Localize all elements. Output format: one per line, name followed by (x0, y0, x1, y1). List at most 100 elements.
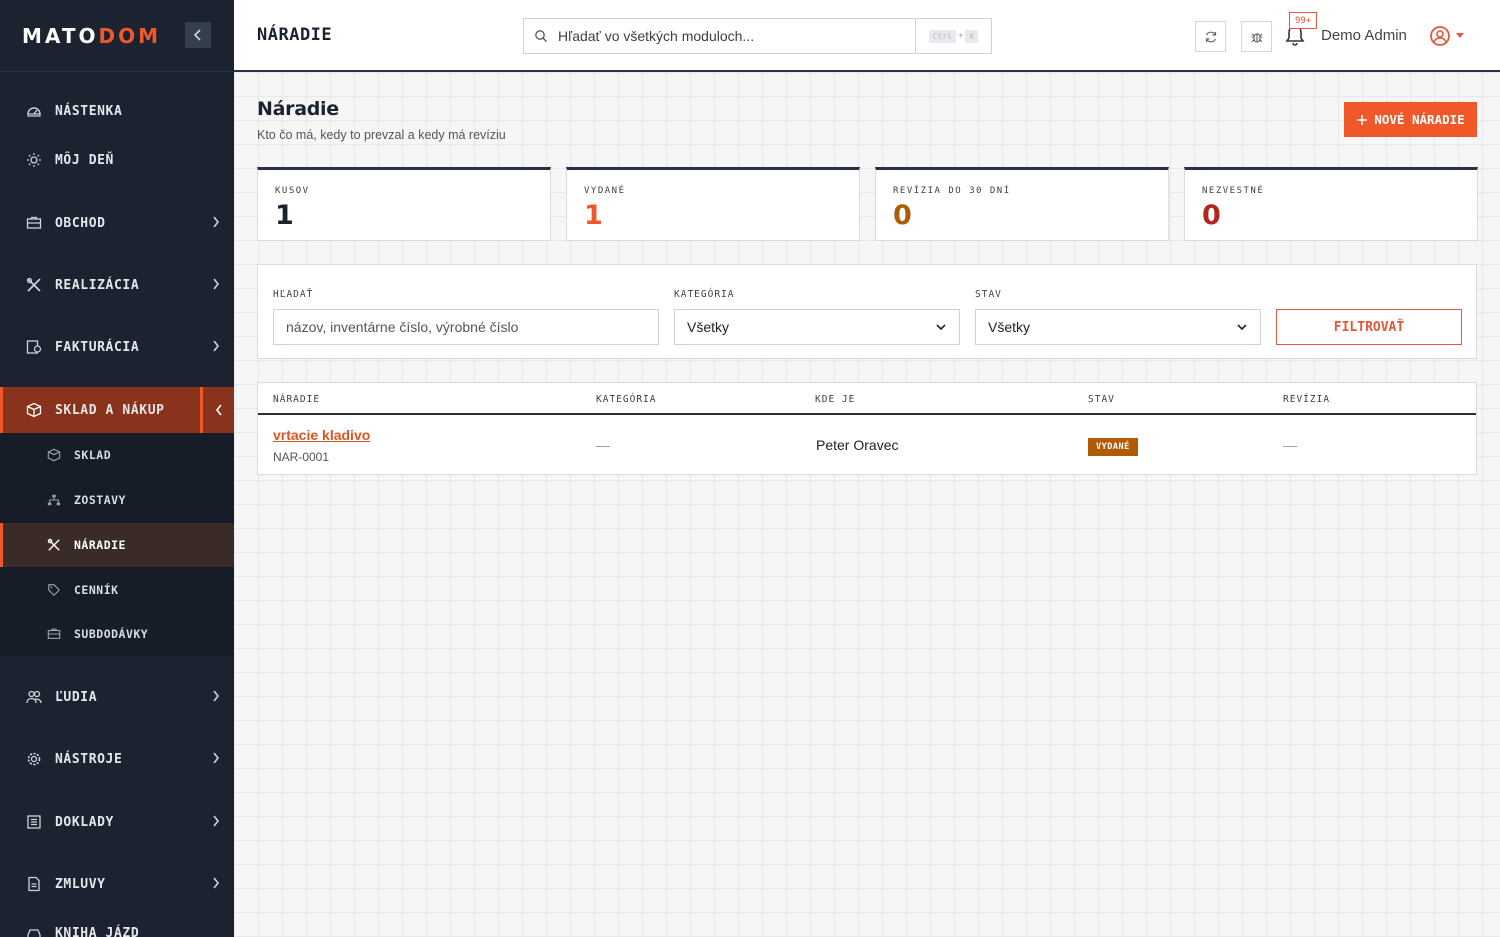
main-content: Náradie Kto čo má, kedy to prevzal a ked… (234, 72, 1500, 937)
sidebar-item-label: DOKLADY (55, 814, 114, 830)
page-subtitle: Kto čo má, kedy to prevzal a kedy má rev… (257, 128, 506, 142)
tool-category: — (596, 437, 610, 453)
dashboard-icon (25, 102, 43, 120)
tools-table: NÁRADIE KATEGÓRIA KDE JE STAV REVÍZIA vr… (257, 382, 1477, 475)
users-icon (25, 688, 43, 706)
logo[interactable]: MATODOM (22, 24, 161, 48)
chevron-left-icon (193, 29, 201, 41)
submenu-item-label: CENNÍK (74, 583, 119, 597)
sidebar-item-nastenka[interactable]: NÁSTENKA (0, 88, 234, 134)
new-tool-button[interactable]: NOVÉ NÁRADIE (1344, 102, 1477, 137)
submenu-item-zostavy[interactable]: ZOSTAVY (0, 478, 234, 522)
chevron-right-icon (213, 278, 220, 290)
submenu-item-label: ZOSTAVY (74, 493, 126, 507)
chevron-left-icon[interactable] (200, 387, 234, 433)
sidebar-item-label: FAKTURÁCIA (55, 339, 140, 355)
kbd-ctrl: Ctrl (928, 29, 956, 43)
sidebar-item-doklady[interactable]: DOKLADY (0, 799, 234, 845)
sidebar-item-label: NÁSTROJE (55, 751, 123, 767)
search-shortcut: Ctrl + K (915, 19, 991, 53)
search-icon (524, 29, 558, 43)
stat-label: NEZVESTNÉ (1202, 186, 1265, 196)
sidebar-item-fakturacia[interactable]: FAKTURÁCIA (0, 324, 234, 370)
column-header-stav[interactable]: STAV (1088, 394, 1115, 405)
submenu-item-cennik[interactable]: CENNÍK (0, 568, 234, 612)
user-menu-caret-icon[interactable] (1456, 33, 1464, 38)
chevron-down-icon (1237, 324, 1247, 331)
car-icon (25, 924, 43, 937)
submenu-item-sklad[interactable]: SKLAD (0, 433, 234, 477)
bug-icon (1251, 32, 1262, 43)
stat-card-vydane: VYDANÉ 1 (566, 167, 860, 241)
status-select[interactable]: Všetky (975, 309, 1261, 345)
sidebar-item-sklad-a-nakup[interactable]: SKLAD A NÁKUP (0, 387, 234, 433)
chevron-right-icon (213, 690, 220, 702)
sidebar-item-label: SKLAD A NÁKUP (55, 402, 165, 418)
tool-revision: — (1283, 437, 1297, 453)
sidebar-item-moj-den[interactable]: MÔJ DEŇ (0, 137, 234, 183)
sidebar-item-nastroje[interactable]: NÁSTROJE (0, 736, 234, 782)
table-row[interactable]: vrtacie kladivo NAR-0001 — Peter Oravec … (258, 417, 1476, 475)
column-header-revizia[interactable]: REVÍZIA (1283, 394, 1330, 405)
column-header-naradie[interactable]: NÁRADIE (273, 394, 320, 405)
tool-name-link[interactable]: vrtacie kladivo (273, 427, 370, 443)
stat-value: 1 (584, 200, 603, 231)
stat-value: 0 (1202, 200, 1221, 231)
stat-value: 0 (893, 200, 912, 231)
bug-report-button[interactable] (1241, 21, 1272, 52)
user-name[interactable]: Demo Admin (1321, 27, 1407, 44)
chevron-down-icon (936, 324, 946, 331)
chevron-right-icon (213, 877, 220, 889)
column-header-kategoria[interactable]: KATEGÓRIA (596, 394, 656, 405)
tools-icon (25, 276, 43, 294)
stat-card-nezvestne: NEZVESTNÉ 0 (1184, 167, 1478, 241)
user-avatar-icon[interactable] (1429, 25, 1451, 52)
global-search[interactable]: Ctrl + K (523, 18, 992, 54)
stat-card-kusov: KUSOV 1 (257, 167, 551, 241)
chevron-right-icon (213, 216, 220, 228)
category-select[interactable]: Všetky (674, 309, 960, 345)
box-icon (46, 447, 62, 463)
stat-card-revizia: REVÍZIA DO 30 DNÍ 0 (875, 167, 1169, 241)
filter-button[interactable]: FILTROVAŤ (1276, 309, 1462, 345)
sidebar-item-realizacia[interactable]: REALIZÁCIA (0, 262, 234, 308)
search-filter-label: HĽADAŤ (273, 289, 314, 300)
gear-icon (25, 750, 43, 768)
sidebar: MATODOM NÁSTENKA MÔJ DEŇ OBCHOD REALIZÁC… (0, 0, 234, 937)
search-input[interactable] (558, 28, 913, 44)
submenu-item-naradie[interactable]: NÁRADIE (0, 523, 234, 567)
sidebar-item-label: KNIHA JÁZD (55, 925, 140, 937)
chevron-right-icon (213, 752, 220, 764)
tag-icon (46, 582, 62, 598)
tool-search-input[interactable]: názov, inventárne číslo, výrobné číslo (273, 309, 659, 345)
sidebar-item-zmluvy[interactable]: ZMLUVY (0, 861, 234, 907)
tool-location: Peter Oravec (816, 437, 899, 453)
category-select-value: Všetky (687, 319, 730, 335)
submenu-item-subdodavky[interactable]: SUBDODÁVKY (0, 612, 234, 656)
document-icon (25, 813, 43, 831)
sidebar-item-label: OBCHOD (55, 215, 106, 231)
sidebar-item-kniha-jazd[interactable]: KNIHA JÁZD (0, 910, 234, 937)
refresh-button[interactable] (1195, 21, 1226, 52)
column-header-kde-je[interactable]: KDE JE (815, 394, 855, 405)
stat-label: VYDANÉ (584, 186, 626, 196)
status-select-value: Všetky (988, 319, 1031, 335)
sidebar-item-ludia[interactable]: ĽUDIA (0, 674, 234, 720)
sidebar-item-obchod[interactable]: OBCHOD (0, 200, 234, 246)
status-filter-label: STAV (975, 289, 1002, 300)
briefcase-icon (46, 626, 62, 642)
sidebar-item-label: MÔJ DEŇ (55, 152, 114, 168)
kbd-k: K (965, 29, 979, 43)
sidebar-collapse-button[interactable] (185, 22, 211, 48)
topbar: NÁRADIE Ctrl + K 99+ Demo Admin (234, 0, 1500, 72)
stat-label: KUSOV (275, 186, 310, 196)
kbd-plus: + (958, 31, 964, 41)
contract-icon (25, 875, 43, 893)
submenu-sklad: SKLAD ZOSTAVY NÁRADIE CENNÍK SUBDODÁVKY (0, 433, 234, 657)
new-tool-label: NOVÉ NÁRADIE (1374, 112, 1465, 127)
sidebar-item-label: NÁSTENKA (55, 103, 123, 119)
sun-icon (25, 151, 43, 169)
submenu-item-label: SKLAD (74, 448, 112, 462)
filter-panel: HĽADAŤ názov, inventárne číslo, výrobné … (257, 264, 1477, 359)
notification-badge: 99+ (1289, 12, 1318, 29)
